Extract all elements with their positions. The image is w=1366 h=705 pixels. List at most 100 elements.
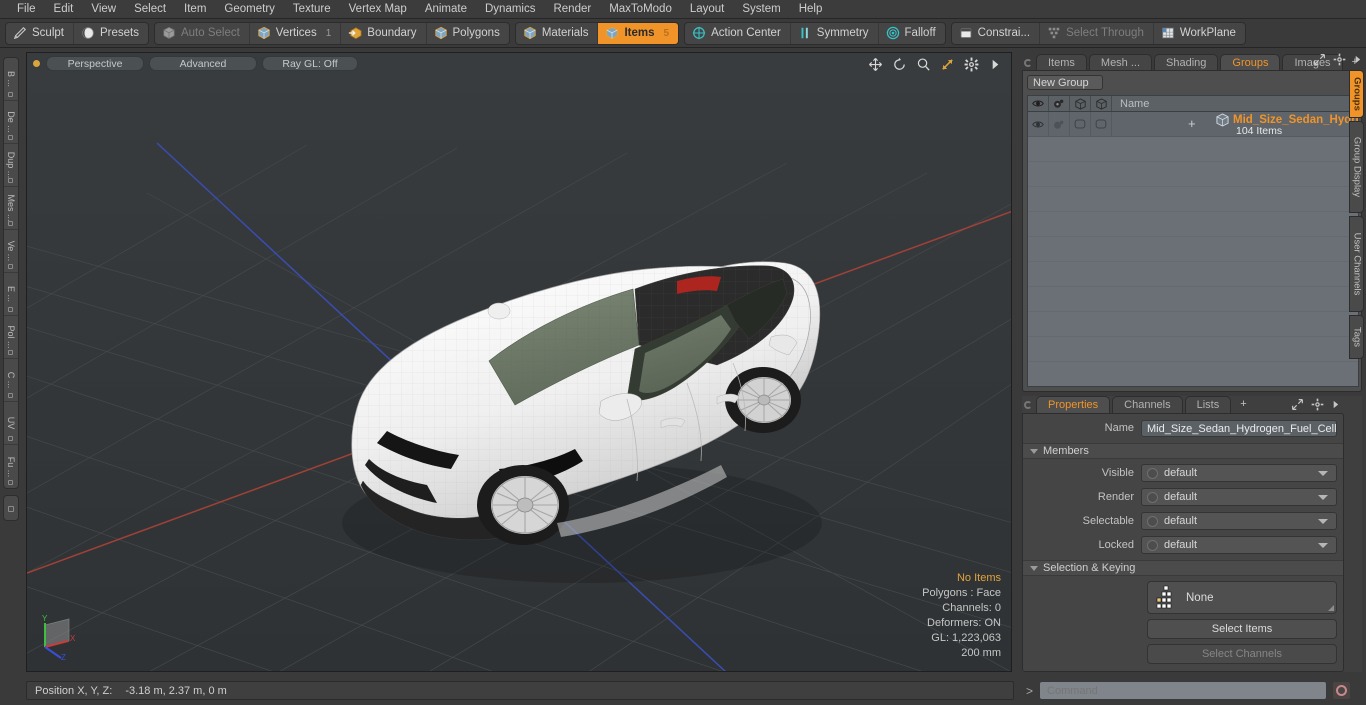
member-knob[interactable] <box>1147 491 1158 503</box>
move-icon[interactable] <box>868 57 883 72</box>
arrow-right-icon[interactable] <box>988 57 1003 72</box>
member-dropdown-selectable[interactable]: default <box>1141 512 1337 530</box>
row-name-cell[interactable]: + Mid_Size_Sedan_Hydrogen_Fue ... 104 It… <box>1112 112 1358 137</box>
viewport-shading-pill[interactable]: Advanced <box>149 55 257 71</box>
row-cube-b-toggle[interactable] <box>1091 112 1112 136</box>
expand-icon[interactable] <box>1313 53 1326 66</box>
right-tab-items[interactable]: Items <box>1036 54 1087 71</box>
col-cube-a-header[interactable] <box>1070 96 1091 111</box>
member-dropdown-locked[interactable]: default <box>1141 536 1337 554</box>
toolbar-button-polygons[interactable]: Polygons <box>427 23 509 44</box>
right-tab-mesh[interactable]: Mesh ... <box>1088 54 1153 71</box>
properties-tab-[interactable]: + <box>1233 396 1253 413</box>
menu-item-layout[interactable]: Layout <box>681 0 734 19</box>
select-items-button[interactable]: Select Items <box>1147 619 1337 639</box>
properties-tab-lists[interactable]: Lists <box>1184 396 1232 413</box>
properties-tab-properties[interactable]: Properties <box>1036 396 1111 413</box>
col-cube-b-header[interactable] <box>1091 96 1112 111</box>
members-section-header[interactable]: Members <box>1023 443 1343 459</box>
menu-item-dynamics[interactable]: Dynamics <box>476 0 544 19</box>
table-row[interactable]: + Mid_Size_Sedan_Hydrogen_Fue ... 104 It… <box>1028 112 1358 137</box>
left-rail-tab-0[interactable]: B ... <box>4 58 18 101</box>
viewport-raygl-pill[interactable]: Ray GL: Off <box>262 55 358 71</box>
left-rail-tab-5[interactable]: E ... <box>4 273 18 316</box>
left-rail-extra-tab[interactable] <box>3 495 19 521</box>
menu-item-texture[interactable]: Texture <box>284 0 340 19</box>
zoom-icon[interactable] <box>916 57 931 72</box>
toolbar-button-auto-select[interactable]: Auto Select <box>155 22 250 44</box>
member-dropdown-render[interactable]: default <box>1141 488 1337 506</box>
left-rail-tab-2[interactable]: Dup ... <box>4 144 18 187</box>
panel-menu-dot[interactable] <box>1024 59 1032 67</box>
menu-item-maxtomodo[interactable]: MaxToModo <box>600 0 681 19</box>
toolbar-button-materials[interactable]: Materials <box>516 22 599 44</box>
expand-icon[interactable] <box>1291 398 1304 411</box>
menu-item-render[interactable]: Render <box>544 0 600 19</box>
toolbar-button-items[interactable]: Items 5 <box>598 22 679 44</box>
toolbar-button-sculpt[interactable]: Sculpt <box>6 22 74 44</box>
row-visible-toggle[interactable] <box>1028 112 1049 136</box>
left-rail-tab-1[interactable]: De ... <box>4 101 18 144</box>
left-rail-tab-3[interactable]: Mes ... <box>4 187 18 230</box>
toolbar-button-constrai[interactable]: Constrai... <box>952 22 1041 44</box>
menu-item-system[interactable]: System <box>733 0 789 19</box>
vertical-tab-user-channels[interactable]: User Channels <box>1349 216 1364 312</box>
menu-item-vertex-map[interactable]: Vertex Map <box>340 0 416 19</box>
left-rail-tab-6[interactable]: Pol ... <box>4 316 18 359</box>
toolbar-button-presets[interactable]: Presets <box>74 23 148 44</box>
right-tab-groups[interactable]: Groups <box>1220 54 1281 71</box>
menu-item-animate[interactable]: Animate <box>416 0 476 19</box>
properties-tab-channels[interactable]: Channels <box>1112 396 1183 413</box>
properties-arrow-icon[interactable] <box>1331 399 1340 410</box>
member-knob[interactable] <box>1147 515 1158 527</box>
col-visible-header[interactable] <box>1028 96 1049 111</box>
record-circle-icon[interactable] <box>1332 681 1352 700</box>
left-rail-tab-4[interactable]: Ve ... <box>4 230 18 273</box>
menu-item-view[interactable]: View <box>82 0 125 19</box>
3d-viewport[interactable]: Perspective Advanced Ray GL: Off No Item… <box>26 52 1012 672</box>
vertical-tab-groups[interactable]: Groups <box>1349 70 1364 118</box>
toolbar-button-vertices[interactable]: Vertices 1 <box>250 22 342 44</box>
vertical-tab-group-display[interactable]: Group Display <box>1349 121 1364 213</box>
new-group-button[interactable]: New Group <box>1027 75 1103 90</box>
name-field[interactable]: Mid_Size_Sedan_Hydrogen_Fuel_Cell_ <box>1141 419 1337 437</box>
selection-section-header[interactable]: Selection & Keying <box>1023 560 1343 576</box>
row-cube-a-toggle[interactable] <box>1070 112 1091 136</box>
menu-item-select[interactable]: Select <box>125 0 175 19</box>
toolbar-button-falloff[interactable]: Falloff <box>879 23 945 44</box>
group-list-body[interactable]: + Mid_Size_Sedan_Hydrogen_Fue ... 104 It… <box>1027 111 1359 387</box>
vertical-tab-tags[interactable]: Tags <box>1349 315 1364 359</box>
menu-item-help[interactable]: Help <box>790 0 832 19</box>
col-render-header[interactable] <box>1049 96 1070 111</box>
panel-gear-icon[interactable] <box>1333 53 1346 66</box>
menu-item-edit[interactable]: Edit <box>45 0 83 19</box>
selection-set-field[interactable]: None <box>1147 581 1337 614</box>
toolbar-button-symmetry[interactable]: Symmetry <box>791 22 879 44</box>
properties-menu-dot[interactable] <box>1024 401 1032 409</box>
axis-gizmo[interactable]: Y X Z <box>35 611 93 661</box>
row-expander[interactable]: + <box>1188 117 1196 130</box>
panel-arrow-icon[interactable] <box>1353 54 1362 65</box>
fit-icon[interactable] <box>940 57 955 72</box>
menu-item-geometry[interactable]: Geometry <box>215 0 284 19</box>
rotate-icon[interactable] <box>892 57 907 72</box>
member-knob[interactable] <box>1147 467 1158 479</box>
toolbar-button-action-center[interactable]: Action Center <box>685 22 791 44</box>
row-render-toggle[interactable] <box>1049 112 1070 136</box>
viewport-camera-pill[interactable]: Perspective <box>46 55 144 71</box>
toolbar-button-boundary[interactable]: Boundary <box>341 22 427 44</box>
properties-gear-icon[interactable] <box>1311 398 1324 411</box>
gear-icon[interactable] <box>964 57 979 72</box>
left-rail-tab-8[interactable]: UV <box>4 402 18 445</box>
left-rail-tab-7[interactable]: C ... <box>4 359 18 402</box>
left-rail-tab-9[interactable]: Fu ... <box>4 445 18 488</box>
member-knob[interactable] <box>1147 539 1158 551</box>
menu-item-file[interactable]: File <box>8 0 45 19</box>
group-list-empty-area[interactable] <box>1028 137 1358 386</box>
viewport-menu-dot[interactable] <box>33 59 40 67</box>
command-input[interactable] <box>1039 681 1328 700</box>
toolbar-button-workplane[interactable]: WorkPlane <box>1154 23 1245 44</box>
right-tab-shading[interactable]: Shading <box>1154 54 1219 71</box>
menu-item-item[interactable]: Item <box>175 0 215 19</box>
toolbar-button-select-through[interactable]: Select Through <box>1040 22 1154 44</box>
